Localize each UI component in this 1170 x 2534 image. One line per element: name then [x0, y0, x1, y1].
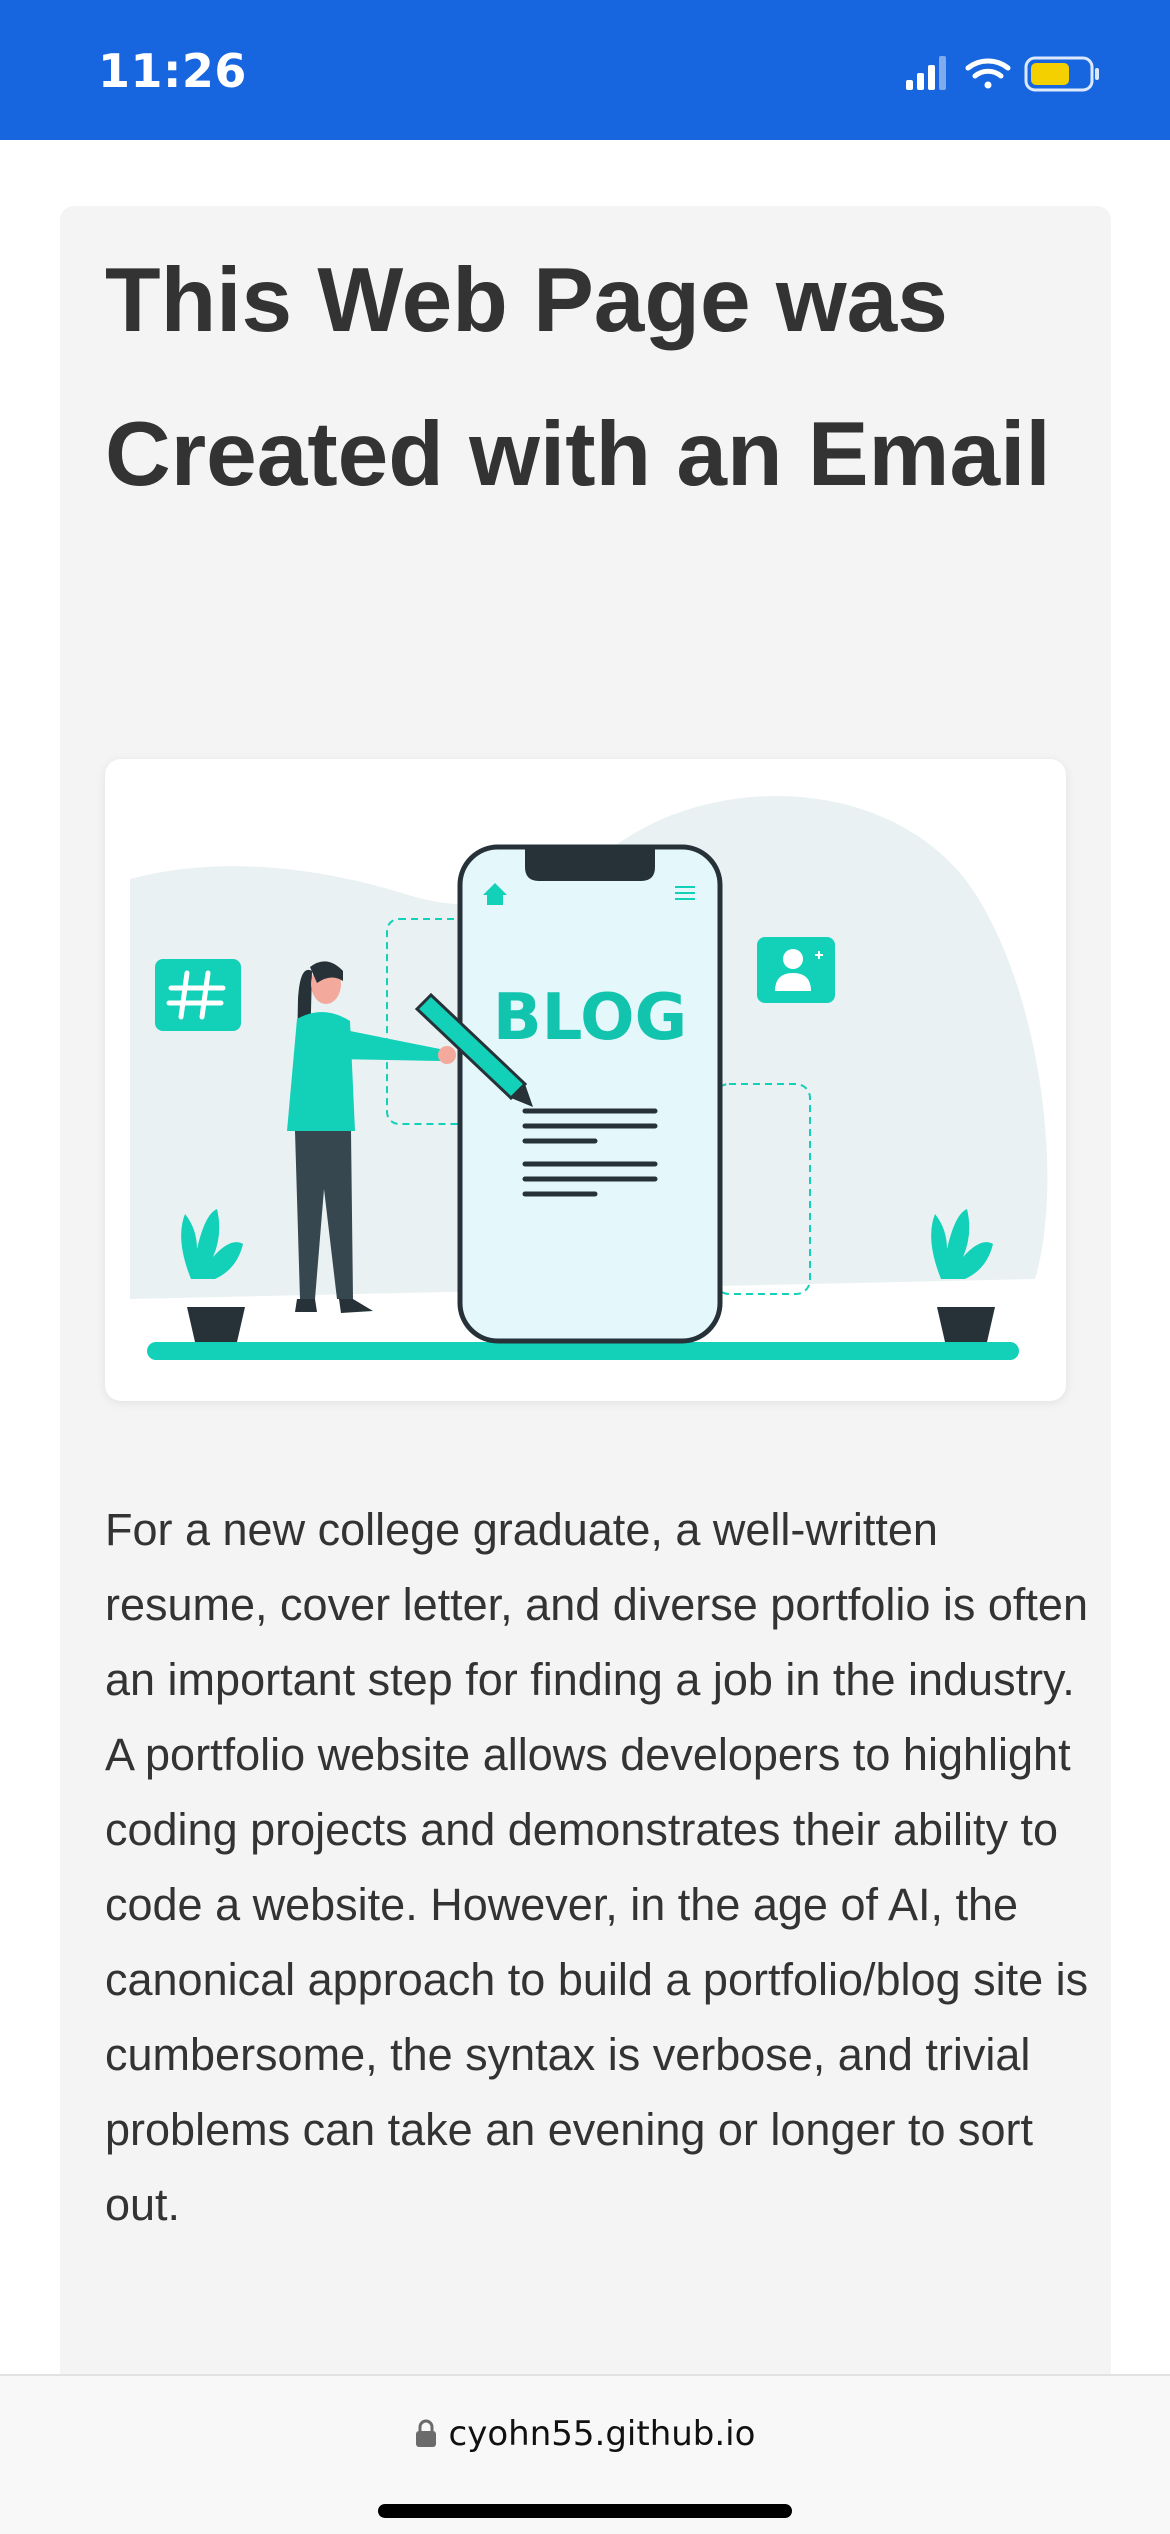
article-card: This Web Page was Created with an Email …	[60, 206, 1111, 2386]
battery-icon	[1024, 56, 1099, 92]
wifi-icon	[965, 58, 1011, 89]
hero-image: BLOG	[105, 759, 1066, 1401]
user-profile-tile	[757, 937, 835, 1003]
hero-blog-text: BLOG	[493, 981, 687, 1055]
url-text[interactable]: cyohn55.github.io	[449, 2414, 756, 2454]
page-title: This Web Page was Created with an Email	[105, 250, 1051, 505]
lock-icon	[415, 2417, 437, 2457]
phone-frame	[457, 844, 723, 1344]
hashtag-tile	[155, 959, 241, 1031]
home-indicator[interactable]	[378, 2504, 792, 2518]
status-icons	[906, 52, 1116, 100]
status-bar: 11:26	[0, 0, 1170, 140]
browser-bottom-bar: cyohn55.github.io	[0, 2374, 1170, 2534]
url-bar[interactable]: cyohn55.github.io	[0, 2414, 1170, 2457]
cellular-signal-icon	[906, 56, 946, 90]
intro-paragraph: For a new college graduate, a well-writt…	[105, 1504, 1089, 2230]
phone-notch	[525, 849, 655, 881]
ground-line	[147, 1342, 1019, 1360]
status-time: 11:26	[98, 44, 247, 98]
